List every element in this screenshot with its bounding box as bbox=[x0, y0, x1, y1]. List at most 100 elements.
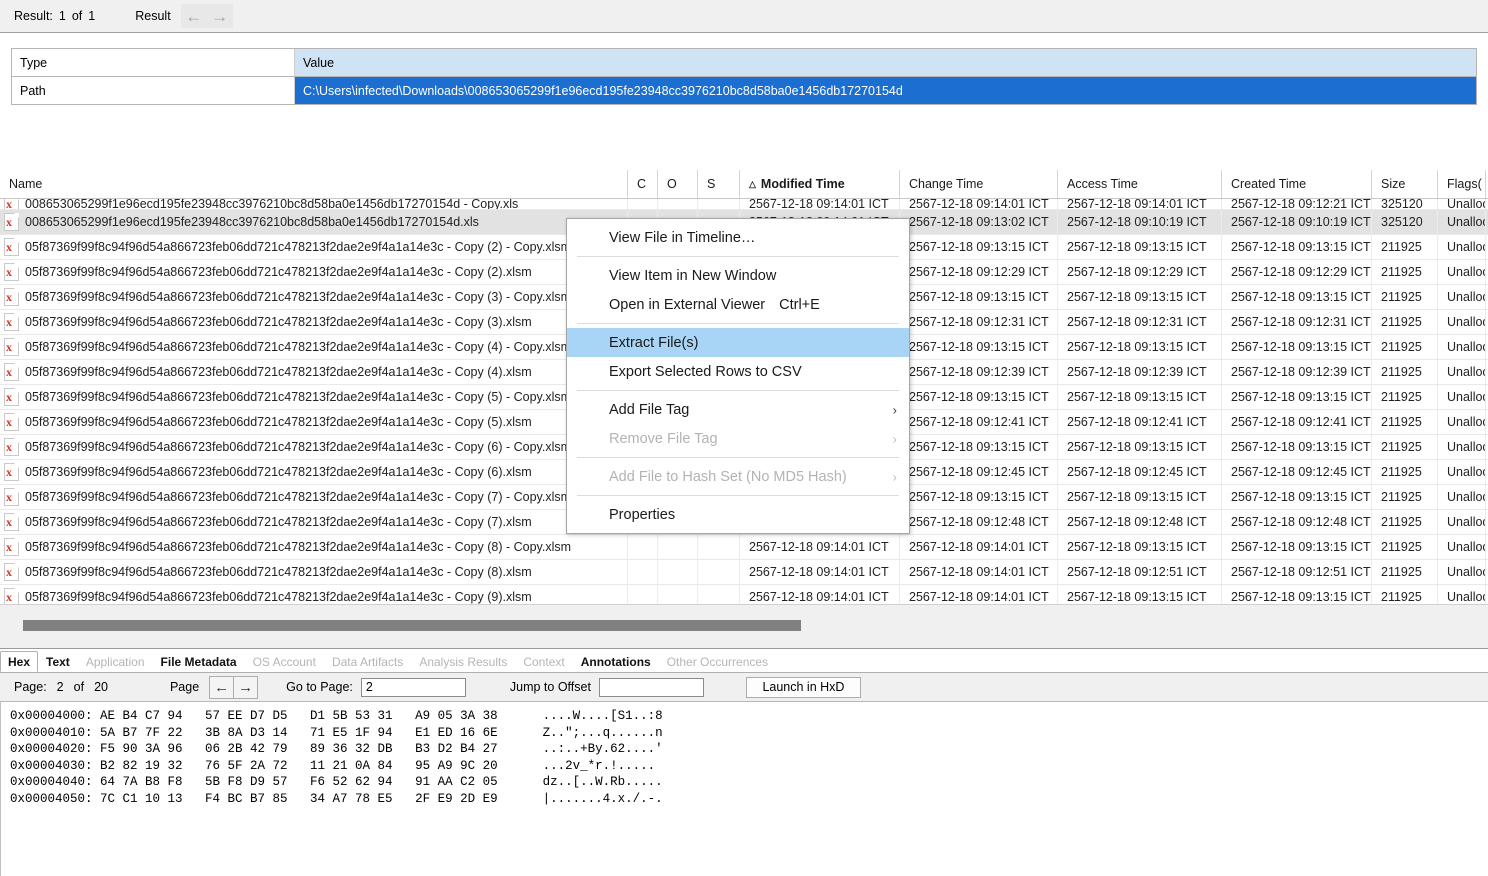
change-time-cell: 2567-12-18 09:12:48 ICT bbox=[900, 510, 1058, 534]
change-time-cell: 2567-12-18 09:13:02 ICT bbox=[900, 210, 1058, 234]
menu-item-add-file-tag[interactable]: Add File Tag› bbox=[567, 395, 909, 424]
access-time-cell: 2567-12-18 09:12:51 ICT bbox=[1058, 560, 1222, 584]
menu-item-view-file-in-timeline[interactable]: View File in Timeline… bbox=[567, 223, 909, 252]
hex-dump-line: 0x00004000: AE B4 C7 94 57 EE D7 D5 D1 5… bbox=[10, 708, 1488, 725]
flag-o-cell bbox=[658, 199, 698, 209]
tab-data-artifacts: Data Artifacts bbox=[324, 651, 411, 672]
arrow-left-icon[interactable]: ← bbox=[181, 4, 207, 28]
access-time-cell: 2567-12-18 09:12:48 ICT bbox=[1058, 510, 1222, 534]
horizontal-scrollbar-thumb[interactable] bbox=[23, 620, 801, 631]
flags-cell: Unalloc bbox=[1438, 199, 1486, 209]
menu-item-view-item-in-new-window[interactable]: View Item in New Window bbox=[567, 261, 909, 290]
launch-in-hxd-button[interactable]: Launch in HxD bbox=[746, 677, 861, 698]
column-header-name[interactable]: Name bbox=[0, 170, 628, 198]
created-time-cell: 2567-12-18 09:13:15 ICT bbox=[1222, 485, 1372, 509]
column-header-modified-time-label: Modified Time bbox=[761, 177, 845, 191]
menu-item-label: View File in Timeline… bbox=[609, 230, 755, 246]
detail-table: Type Value Path C:\Users\infected\Downlo… bbox=[11, 48, 1477, 105]
excel-file-icon bbox=[4, 263, 19, 281]
flags-cell: Unalloc bbox=[1438, 535, 1486, 559]
hex-page-label: Page: bbox=[14, 680, 47, 694]
access-time-cell: 2567-12-18 09:13:15 ICT bbox=[1058, 535, 1222, 559]
created-time-cell: 2567-12-18 09:12:29 ICT bbox=[1222, 260, 1372, 284]
menu-item-add-file-to-hash-set-no-md5-hash: Add File to Hash Set (No MD5 Hash)› bbox=[567, 462, 909, 491]
result-word-label: Result bbox=[135, 9, 170, 23]
file-name-label: 05f87369f99f8c94f96d54a866723feb06dd721c… bbox=[25, 290, 571, 304]
excel-file-icon bbox=[4, 238, 19, 256]
file-name-cell: 05f87369f99f8c94f96d54a866723feb06dd721c… bbox=[0, 285, 628, 309]
menu-item-label: Add File to Hash Set (No MD5 Hash) bbox=[609, 469, 847, 485]
column-header-change-time[interactable]: Change Time bbox=[900, 170, 1058, 198]
hex-page-word-label: Page bbox=[170, 680, 199, 694]
excel-file-icon bbox=[4, 363, 19, 381]
file-context-menu[interactable]: View File in Timeline… View Item in New W… bbox=[566, 218, 910, 534]
size-cell: 325120 bbox=[1372, 199, 1438, 209]
tab-file-metadata[interactable]: File Metadata bbox=[153, 651, 245, 672]
hex-dump-line: 0x00004010: 5A B7 7F 22 3B 8A D3 14 71 E… bbox=[10, 725, 1488, 742]
menu-item-label: Open in External Viewer bbox=[609, 297, 765, 313]
tab-annotations[interactable]: Annotations bbox=[573, 651, 659, 672]
created-time-cell: 2567-12-18 09:12:41 ICT bbox=[1222, 410, 1372, 434]
excel-file-icon bbox=[4, 413, 19, 431]
menu-item-label: Properties bbox=[609, 507, 675, 523]
change-time-cell: 2567-12-18 09:14:01 ICT bbox=[900, 199, 1058, 209]
arrow-left-icon[interactable]: ← bbox=[209, 676, 234, 699]
access-time-cell: 2567-12-18 09:12:31 ICT bbox=[1058, 310, 1222, 334]
arrow-right-icon[interactable]: → bbox=[234, 676, 258, 699]
file-name-label: 05f87369f99f8c94f96d54a866723feb06dd721c… bbox=[25, 465, 532, 479]
tab-hex[interactable]: Hex bbox=[0, 651, 38, 672]
modified-time-cell: 2567-12-18 09:14:01 ICT bbox=[740, 560, 900, 584]
column-header-s[interactable]: S bbox=[698, 170, 740, 198]
created-time-cell: 2567-12-18 09:12:45 ICT bbox=[1222, 460, 1372, 484]
column-header-value[interactable]: Value bbox=[295, 49, 1476, 76]
column-header-size[interactable]: Size bbox=[1372, 170, 1438, 198]
menu-item-properties[interactable]: Properties bbox=[567, 500, 909, 529]
file-name-cell: 05f87369f99f8c94f96d54a866723feb06dd721c… bbox=[0, 435, 628, 459]
column-header-c[interactable]: C bbox=[628, 170, 658, 198]
created-time-cell: 2567-12-18 09:12:39 ICT bbox=[1222, 360, 1372, 384]
file-name-label: 05f87369f99f8c94f96d54a866723feb06dd721c… bbox=[25, 490, 571, 504]
excel-file-icon bbox=[4, 213, 19, 231]
arrow-right-icon[interactable]: → bbox=[207, 4, 233, 28]
excel-file-icon bbox=[4, 438, 19, 456]
access-time-cell: 2567-12-18 09:13:15 ICT bbox=[1058, 235, 1222, 259]
access-time-cell: 2567-12-18 09:10:19 ICT bbox=[1058, 210, 1222, 234]
file-table-header: Name C O S △ Modified Time Change Time A… bbox=[0, 170, 1488, 199]
column-header-o[interactable]: O bbox=[658, 170, 698, 198]
result-of-label: of bbox=[72, 9, 82, 23]
column-header-access-time[interactable]: Access Time bbox=[1058, 170, 1222, 198]
access-time-cell: 2567-12-18 09:12:39 ICT bbox=[1058, 360, 1222, 384]
menu-item-open-in-external-viewer[interactable]: Open in External ViewerCtrl+E bbox=[567, 290, 909, 319]
table-row[interactable]: 05f87369f99f8c94f96d54a866723feb06dd721c… bbox=[0, 535, 1488, 560]
flags-cell: Unalloc bbox=[1438, 235, 1486, 259]
table-row[interactable]: 008653065299f1e96ecd195fe23948cc3976210b… bbox=[0, 199, 1488, 210]
access-time-cell: 2567-12-18 09:12:41 ICT bbox=[1058, 410, 1222, 434]
file-name-cell: 05f87369f99f8c94f96d54a866723feb06dd721c… bbox=[0, 235, 628, 259]
table-row[interactable]: 05f87369f99f8c94f96d54a866723feb06dd721c… bbox=[0, 560, 1488, 585]
change-time-cell: 2567-12-18 09:12:41 ICT bbox=[900, 410, 1058, 434]
menu-separator bbox=[577, 390, 899, 391]
menu-item-export-selected-rows-to-csv[interactable]: Export Selected Rows to CSV bbox=[567, 357, 909, 386]
column-header-type[interactable]: Type bbox=[12, 49, 295, 76]
tab-text[interactable]: Text bbox=[38, 651, 78, 672]
jump-to-offset-input[interactable] bbox=[599, 678, 704, 697]
flags-cell: Unalloc bbox=[1438, 285, 1486, 309]
file-name-cell: 05f87369f99f8c94f96d54a866723feb06dd721c… bbox=[0, 510, 628, 534]
flag-s-cell bbox=[698, 199, 740, 209]
column-header-flags[interactable]: Flags( bbox=[1438, 170, 1486, 198]
created-time-cell: 2567-12-18 09:12:21 ICT bbox=[1222, 199, 1372, 209]
file-name-label: 05f87369f99f8c94f96d54a866723feb06dd721c… bbox=[25, 315, 532, 329]
file-name-label: 05f87369f99f8c94f96d54a866723feb06dd721c… bbox=[25, 240, 571, 254]
file-name-cell: 05f87369f99f8c94f96d54a866723feb06dd721c… bbox=[0, 485, 628, 509]
menu-item-extract-file-s[interactable]: Extract File(s) bbox=[567, 328, 909, 357]
modified-time-cell: 2567-12-18 09:14:01 ICT bbox=[740, 535, 900, 559]
file-name-cell: 05f87369f99f8c94f96d54a866723feb06dd721c… bbox=[0, 335, 628, 359]
horizontal-scrollbar-track[interactable] bbox=[6, 612, 1482, 626]
detail-table-row[interactable]: Path C:\Users\infected\Downloads\0086530… bbox=[11, 76, 1477, 105]
access-time-cell: 2567-12-18 09:13:15 ICT bbox=[1058, 285, 1222, 309]
goto-page-input[interactable]: 2 bbox=[361, 678, 466, 697]
created-time-cell: 2567-12-18 09:12:48 ICT bbox=[1222, 510, 1372, 534]
created-time-cell: 2567-12-18 09:13:15 ICT bbox=[1222, 335, 1372, 359]
column-header-modified-time[interactable]: △ Modified Time bbox=[740, 170, 900, 198]
column-header-created-time[interactable]: Created Time bbox=[1222, 170, 1372, 198]
